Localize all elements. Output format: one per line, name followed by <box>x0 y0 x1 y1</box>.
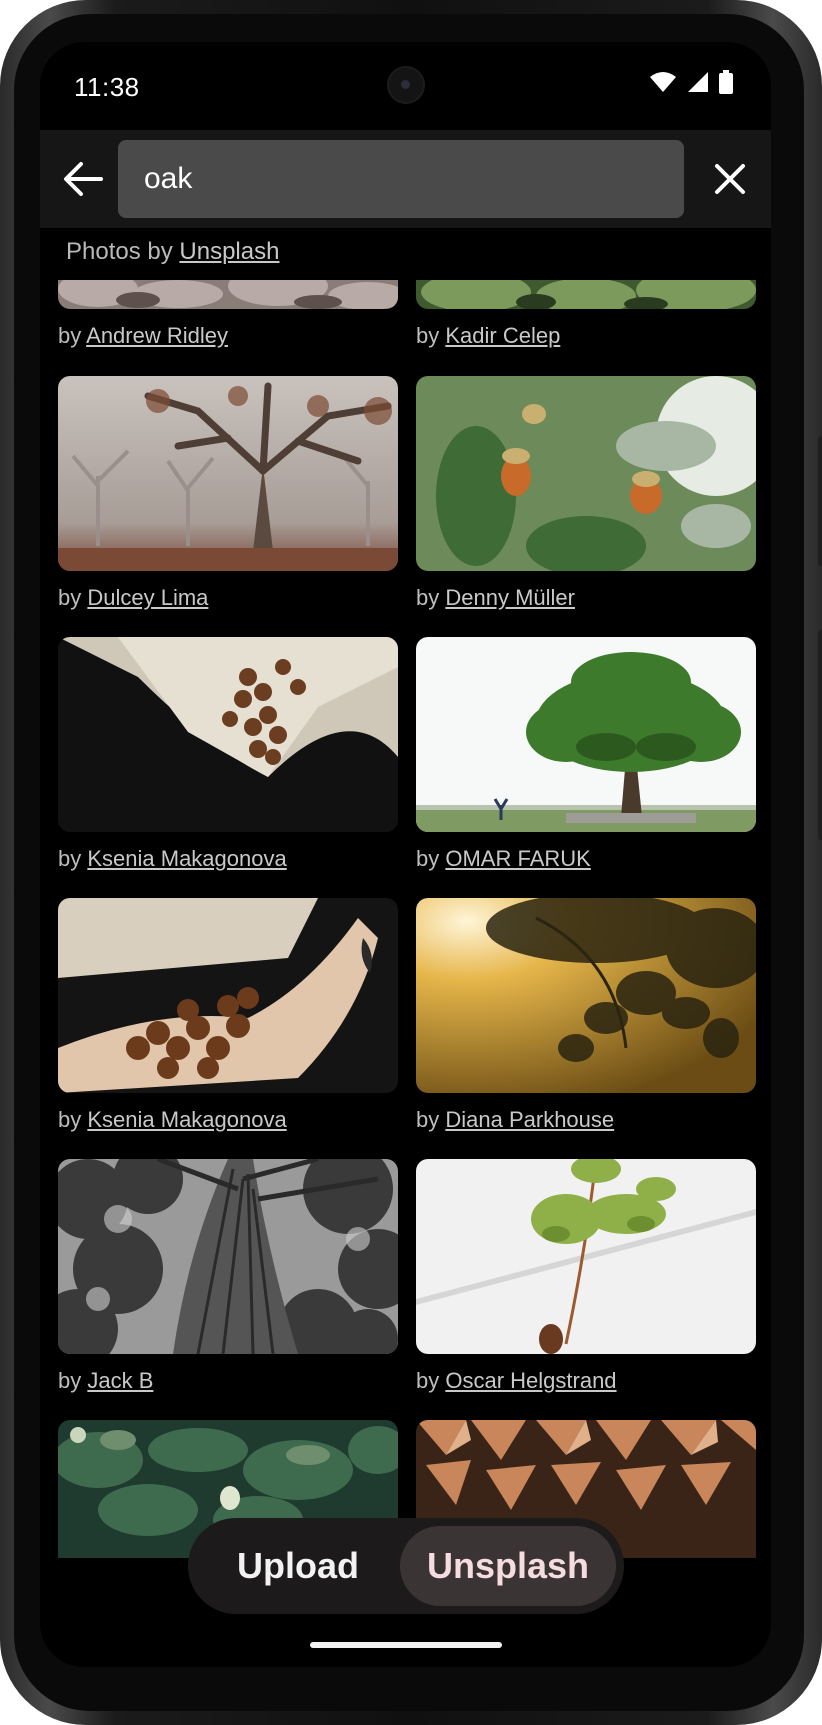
photo-card[interactable]: by OMAR FARUK <box>416 637 756 872</box>
unsplash-credit: Photos by Unsplash <box>66 238 279 266</box>
author-link[interactable]: Oscar Helgstrand <box>445 1368 616 1393</box>
status-time: 11:38 <box>74 72 140 102</box>
power-button <box>818 630 822 840</box>
photo-card[interactable]: by Oscar Helgstrand <box>416 1159 756 1394</box>
signal-icon <box>688 72 708 92</box>
photo-thumbnail[interactable] <box>416 280 756 309</box>
photo-card[interactable]: by Andrew Ridley <box>58 280 398 349</box>
photo-caption: by OMAR FARUK <box>416 846 591 871</box>
back-button[interactable] <box>56 152 110 206</box>
photo-caption: by Jack B <box>58 1368 154 1393</box>
photo-card[interactable]: by Kadir Celep <box>416 280 756 349</box>
photo-thumbnail[interactable] <box>58 1159 398 1354</box>
photo-thumbnail[interactable] <box>58 898 398 1093</box>
photo-caption: by Ksenia Makagonova <box>58 1107 287 1132</box>
photo-thumbnail[interactable] <box>416 898 756 1093</box>
author-link[interactable]: OMAR FARUK <box>445 846 590 871</box>
photo-thumbnail[interactable] <box>58 280 398 309</box>
search-app-bar: oak <box>40 130 771 228</box>
source-toggle: Upload Unsplash <box>188 1518 624 1614</box>
photo-caption: by Ksenia Makagonova <box>58 846 287 871</box>
status-bar: 11:38 <box>40 42 771 130</box>
author-link[interactable]: Jack B <box>87 1368 153 1393</box>
unsplash-tab[interactable]: Unsplash <box>400 1526 616 1606</box>
photo-thumbnail[interactable] <box>416 1159 756 1354</box>
photo-caption: by Denny Müller <box>416 585 575 610</box>
phone-frame: 11:38 oak Photos by Unsplash by Andrew R… <box>0 0 822 1725</box>
photo-card[interactable]: by Diana Parkhouse <box>416 898 756 1133</box>
photo-caption: by Oscar Helgstrand <box>416 1368 617 1393</box>
back-arrow-icon <box>64 162 103 196</box>
photo-card[interactable]: by Ksenia Makagonova <box>58 898 398 1133</box>
author-link[interactable]: Kadir Celep <box>445 323 560 348</box>
screen: 11:38 oak Photos by Unsplash by Andrew R… <box>40 42 771 1667</box>
battery-icon <box>719 70 733 94</box>
photo-card[interactable]: by Dulcey Lima <box>58 376 398 611</box>
photo-grid-viewport[interactable]: by Andrew Ridley by Kadir Celep by Dulce… <box>40 280 771 1558</box>
photo-card[interactable]: by Jack B <box>58 1159 398 1394</box>
photo-thumbnail[interactable] <box>416 637 756 832</box>
volume-button <box>818 436 822 566</box>
photo-card[interactable]: by Ksenia Makagonova <box>58 637 398 872</box>
author-link[interactable]: Andrew Ridley <box>86 323 228 348</box>
author-link[interactable]: Dulcey Lima <box>87 585 208 610</box>
photo-card[interactable]: by Denny Müller <box>416 376 756 611</box>
photo-caption: by Dulcey Lima <box>58 585 209 610</box>
wifi-icon <box>650 72 676 92</box>
clear-search-button[interactable] <box>703 152 757 206</box>
photo-caption: by Andrew Ridley <box>58 323 228 348</box>
front-camera <box>387 66 425 104</box>
home-indicator[interactable] <box>310 1642 502 1648</box>
author-link[interactable]: Ksenia Makagonova <box>87 1107 286 1132</box>
photo-thumbnail[interactable] <box>416 376 756 571</box>
unsplash-link[interactable]: Unsplash <box>179 238 279 265</box>
photo-thumbnail[interactable] <box>58 637 398 832</box>
close-icon <box>715 164 745 194</box>
author-link[interactable]: Denny Müller <box>445 585 575 610</box>
author-link[interactable]: Diana Parkhouse <box>445 1107 614 1132</box>
photo-thumbnail[interactable] <box>58 376 398 571</box>
author-link[interactable]: Ksenia Makagonova <box>87 846 286 871</box>
credit-prefix: Photos by <box>66 238 180 265</box>
photo-caption: by Diana Parkhouse <box>416 1107 615 1132</box>
upload-tab[interactable]: Upload <box>198 1526 398 1606</box>
photo-caption: by Kadir Celep <box>416 323 561 348</box>
status-icons <box>649 70 733 94</box>
search-input[interactable]: oak <box>118 140 684 218</box>
